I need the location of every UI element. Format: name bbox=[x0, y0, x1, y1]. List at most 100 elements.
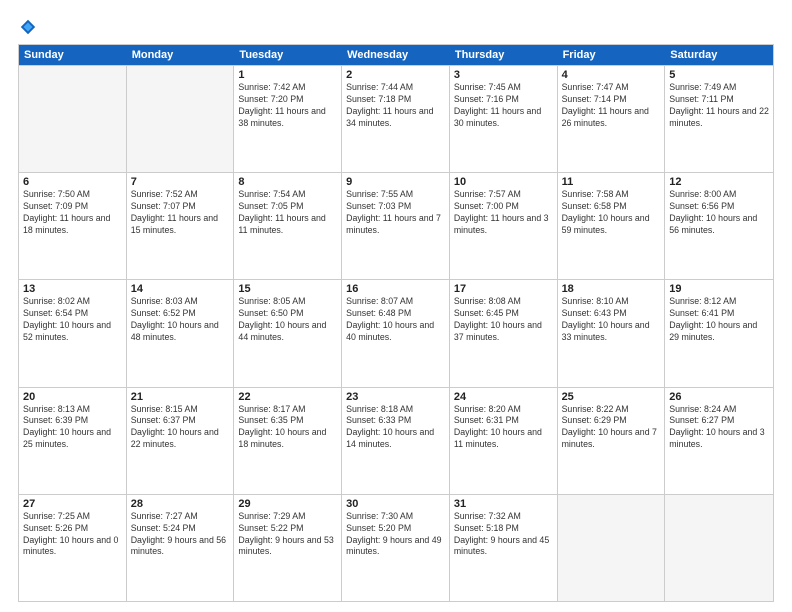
day-info: Sunrise: 7:30 AM Sunset: 5:20 PM Dayligh… bbox=[346, 511, 445, 559]
cal-cell: 9Sunrise: 7:55 AM Sunset: 7:03 PM Daylig… bbox=[342, 173, 450, 279]
day-info: Sunrise: 8:10 AM Sunset: 6:43 PM Dayligh… bbox=[562, 296, 661, 344]
day-number: 29 bbox=[238, 498, 337, 510]
cal-cell bbox=[558, 495, 666, 601]
cal-cell: 13Sunrise: 8:02 AM Sunset: 6:54 PM Dayli… bbox=[19, 280, 127, 386]
logo-text bbox=[18, 18, 38, 36]
day-number: 5 bbox=[669, 69, 769, 81]
day-number: 17 bbox=[454, 283, 553, 295]
header-day-wednesday: Wednesday bbox=[342, 45, 450, 65]
calendar: SundayMondayTuesdayWednesdayThursdayFrid… bbox=[18, 44, 774, 602]
day-info: Sunrise: 7:32 AM Sunset: 5:18 PM Dayligh… bbox=[454, 511, 553, 559]
day-info: Sunrise: 7:47 AM Sunset: 7:14 PM Dayligh… bbox=[562, 82, 661, 130]
cal-cell: 21Sunrise: 8:15 AM Sunset: 6:37 PM Dayli… bbox=[127, 388, 235, 494]
day-info: Sunrise: 8:17 AM Sunset: 6:35 PM Dayligh… bbox=[238, 404, 337, 452]
header-day-tuesday: Tuesday bbox=[234, 45, 342, 65]
cal-cell: 18Sunrise: 8:10 AM Sunset: 6:43 PM Dayli… bbox=[558, 280, 666, 386]
cal-cell: 30Sunrise: 7:30 AM Sunset: 5:20 PM Dayli… bbox=[342, 495, 450, 601]
day-info: Sunrise: 8:13 AM Sunset: 6:39 PM Dayligh… bbox=[23, 404, 122, 452]
day-info: Sunrise: 7:57 AM Sunset: 7:00 PM Dayligh… bbox=[454, 189, 553, 237]
cal-cell bbox=[665, 495, 773, 601]
cal-cell: 15Sunrise: 8:05 AM Sunset: 6:50 PM Dayli… bbox=[234, 280, 342, 386]
day-number: 6 bbox=[23, 176, 122, 188]
day-number: 18 bbox=[562, 283, 661, 295]
day-number: 22 bbox=[238, 391, 337, 403]
day-info: Sunrise: 8:08 AM Sunset: 6:45 PM Dayligh… bbox=[454, 296, 553, 344]
cal-cell: 31Sunrise: 7:32 AM Sunset: 5:18 PM Dayli… bbox=[450, 495, 558, 601]
day-number: 8 bbox=[238, 176, 337, 188]
cal-cell: 3Sunrise: 7:45 AM Sunset: 7:16 PM Daylig… bbox=[450, 66, 558, 172]
day-number: 24 bbox=[454, 391, 553, 403]
day-number: 16 bbox=[346, 283, 445, 295]
day-number: 10 bbox=[454, 176, 553, 188]
cal-cell: 11Sunrise: 7:58 AM Sunset: 6:58 PM Dayli… bbox=[558, 173, 666, 279]
header-day-thursday: Thursday bbox=[450, 45, 558, 65]
cal-cell: 10Sunrise: 7:57 AM Sunset: 7:00 PM Dayli… bbox=[450, 173, 558, 279]
cal-cell bbox=[19, 66, 127, 172]
page: SundayMondayTuesdayWednesdayThursdayFrid… bbox=[0, 0, 792, 612]
day-info: Sunrise: 8:07 AM Sunset: 6:48 PM Dayligh… bbox=[346, 296, 445, 344]
cal-cell: 28Sunrise: 7:27 AM Sunset: 5:24 PM Dayli… bbox=[127, 495, 235, 601]
day-number: 23 bbox=[346, 391, 445, 403]
day-info: Sunrise: 7:45 AM Sunset: 7:16 PM Dayligh… bbox=[454, 82, 553, 130]
day-info: Sunrise: 8:20 AM Sunset: 6:31 PM Dayligh… bbox=[454, 404, 553, 452]
day-number: 4 bbox=[562, 69, 661, 81]
day-number: 25 bbox=[562, 391, 661, 403]
cal-cell: 5Sunrise: 7:49 AM Sunset: 7:11 PM Daylig… bbox=[665, 66, 773, 172]
day-number: 31 bbox=[454, 498, 553, 510]
day-info: Sunrise: 8:03 AM Sunset: 6:52 PM Dayligh… bbox=[131, 296, 230, 344]
header-day-sunday: Sunday bbox=[19, 45, 127, 65]
day-info: Sunrise: 7:29 AM Sunset: 5:22 PM Dayligh… bbox=[238, 511, 337, 559]
day-info: Sunrise: 8:02 AM Sunset: 6:54 PM Dayligh… bbox=[23, 296, 122, 344]
day-info: Sunrise: 7:58 AM Sunset: 6:58 PM Dayligh… bbox=[562, 189, 661, 237]
day-number: 15 bbox=[238, 283, 337, 295]
day-info: Sunrise: 8:00 AM Sunset: 6:56 PM Dayligh… bbox=[669, 189, 769, 237]
cal-cell: 14Sunrise: 8:03 AM Sunset: 6:52 PM Dayli… bbox=[127, 280, 235, 386]
cal-cell: 23Sunrise: 8:18 AM Sunset: 6:33 PM Dayli… bbox=[342, 388, 450, 494]
day-number: 19 bbox=[669, 283, 769, 295]
week-row-5: 27Sunrise: 7:25 AM Sunset: 5:26 PM Dayli… bbox=[19, 494, 773, 601]
day-number: 21 bbox=[131, 391, 230, 403]
logo bbox=[18, 18, 38, 36]
cal-cell: 20Sunrise: 8:13 AM Sunset: 6:39 PM Dayli… bbox=[19, 388, 127, 494]
cal-cell bbox=[127, 66, 235, 172]
day-info: Sunrise: 8:18 AM Sunset: 6:33 PM Dayligh… bbox=[346, 404, 445, 452]
week-row-3: 13Sunrise: 8:02 AM Sunset: 6:54 PM Dayli… bbox=[19, 279, 773, 386]
day-number: 30 bbox=[346, 498, 445, 510]
cal-cell: 25Sunrise: 8:22 AM Sunset: 6:29 PM Dayli… bbox=[558, 388, 666, 494]
day-info: Sunrise: 8:05 AM Sunset: 6:50 PM Dayligh… bbox=[238, 296, 337, 344]
day-number: 27 bbox=[23, 498, 122, 510]
day-info: Sunrise: 8:22 AM Sunset: 6:29 PM Dayligh… bbox=[562, 404, 661, 452]
day-number: 1 bbox=[238, 69, 337, 81]
day-info: Sunrise: 8:15 AM Sunset: 6:37 PM Dayligh… bbox=[131, 404, 230, 452]
week-row-1: 1Sunrise: 7:42 AM Sunset: 7:20 PM Daylig… bbox=[19, 65, 773, 172]
cal-cell: 7Sunrise: 7:52 AM Sunset: 7:07 PM Daylig… bbox=[127, 173, 235, 279]
day-info: Sunrise: 8:12 AM Sunset: 6:41 PM Dayligh… bbox=[669, 296, 769, 344]
day-number: 7 bbox=[131, 176, 230, 188]
day-info: Sunrise: 7:55 AM Sunset: 7:03 PM Dayligh… bbox=[346, 189, 445, 237]
day-number: 11 bbox=[562, 176, 661, 188]
logo-icon bbox=[19, 18, 37, 36]
header-day-monday: Monday bbox=[127, 45, 235, 65]
calendar-body: 1Sunrise: 7:42 AM Sunset: 7:20 PM Daylig… bbox=[19, 65, 773, 601]
day-number: 13 bbox=[23, 283, 122, 295]
cal-cell: 2Sunrise: 7:44 AM Sunset: 7:18 PM Daylig… bbox=[342, 66, 450, 172]
day-number: 9 bbox=[346, 176, 445, 188]
day-info: Sunrise: 7:54 AM Sunset: 7:05 PM Dayligh… bbox=[238, 189, 337, 237]
header-day-friday: Friday bbox=[558, 45, 666, 65]
day-number: 2 bbox=[346, 69, 445, 81]
cal-cell: 1Sunrise: 7:42 AM Sunset: 7:20 PM Daylig… bbox=[234, 66, 342, 172]
cal-cell: 27Sunrise: 7:25 AM Sunset: 5:26 PM Dayli… bbox=[19, 495, 127, 601]
cal-cell: 6Sunrise: 7:50 AM Sunset: 7:09 PM Daylig… bbox=[19, 173, 127, 279]
cal-cell: 26Sunrise: 8:24 AM Sunset: 6:27 PM Dayli… bbox=[665, 388, 773, 494]
day-info: Sunrise: 7:50 AM Sunset: 7:09 PM Dayligh… bbox=[23, 189, 122, 237]
day-number: 20 bbox=[23, 391, 122, 403]
day-info: Sunrise: 7:25 AM Sunset: 5:26 PM Dayligh… bbox=[23, 511, 122, 559]
cal-cell: 17Sunrise: 8:08 AM Sunset: 6:45 PM Dayli… bbox=[450, 280, 558, 386]
day-info: Sunrise: 7:27 AM Sunset: 5:24 PM Dayligh… bbox=[131, 511, 230, 559]
header-day-saturday: Saturday bbox=[665, 45, 773, 65]
day-info: Sunrise: 8:24 AM Sunset: 6:27 PM Dayligh… bbox=[669, 404, 769, 452]
calendar-header: SundayMondayTuesdayWednesdayThursdayFrid… bbox=[19, 45, 773, 65]
cal-cell: 19Sunrise: 8:12 AM Sunset: 6:41 PM Dayli… bbox=[665, 280, 773, 386]
cal-cell: 8Sunrise: 7:54 AM Sunset: 7:05 PM Daylig… bbox=[234, 173, 342, 279]
day-number: 12 bbox=[669, 176, 769, 188]
